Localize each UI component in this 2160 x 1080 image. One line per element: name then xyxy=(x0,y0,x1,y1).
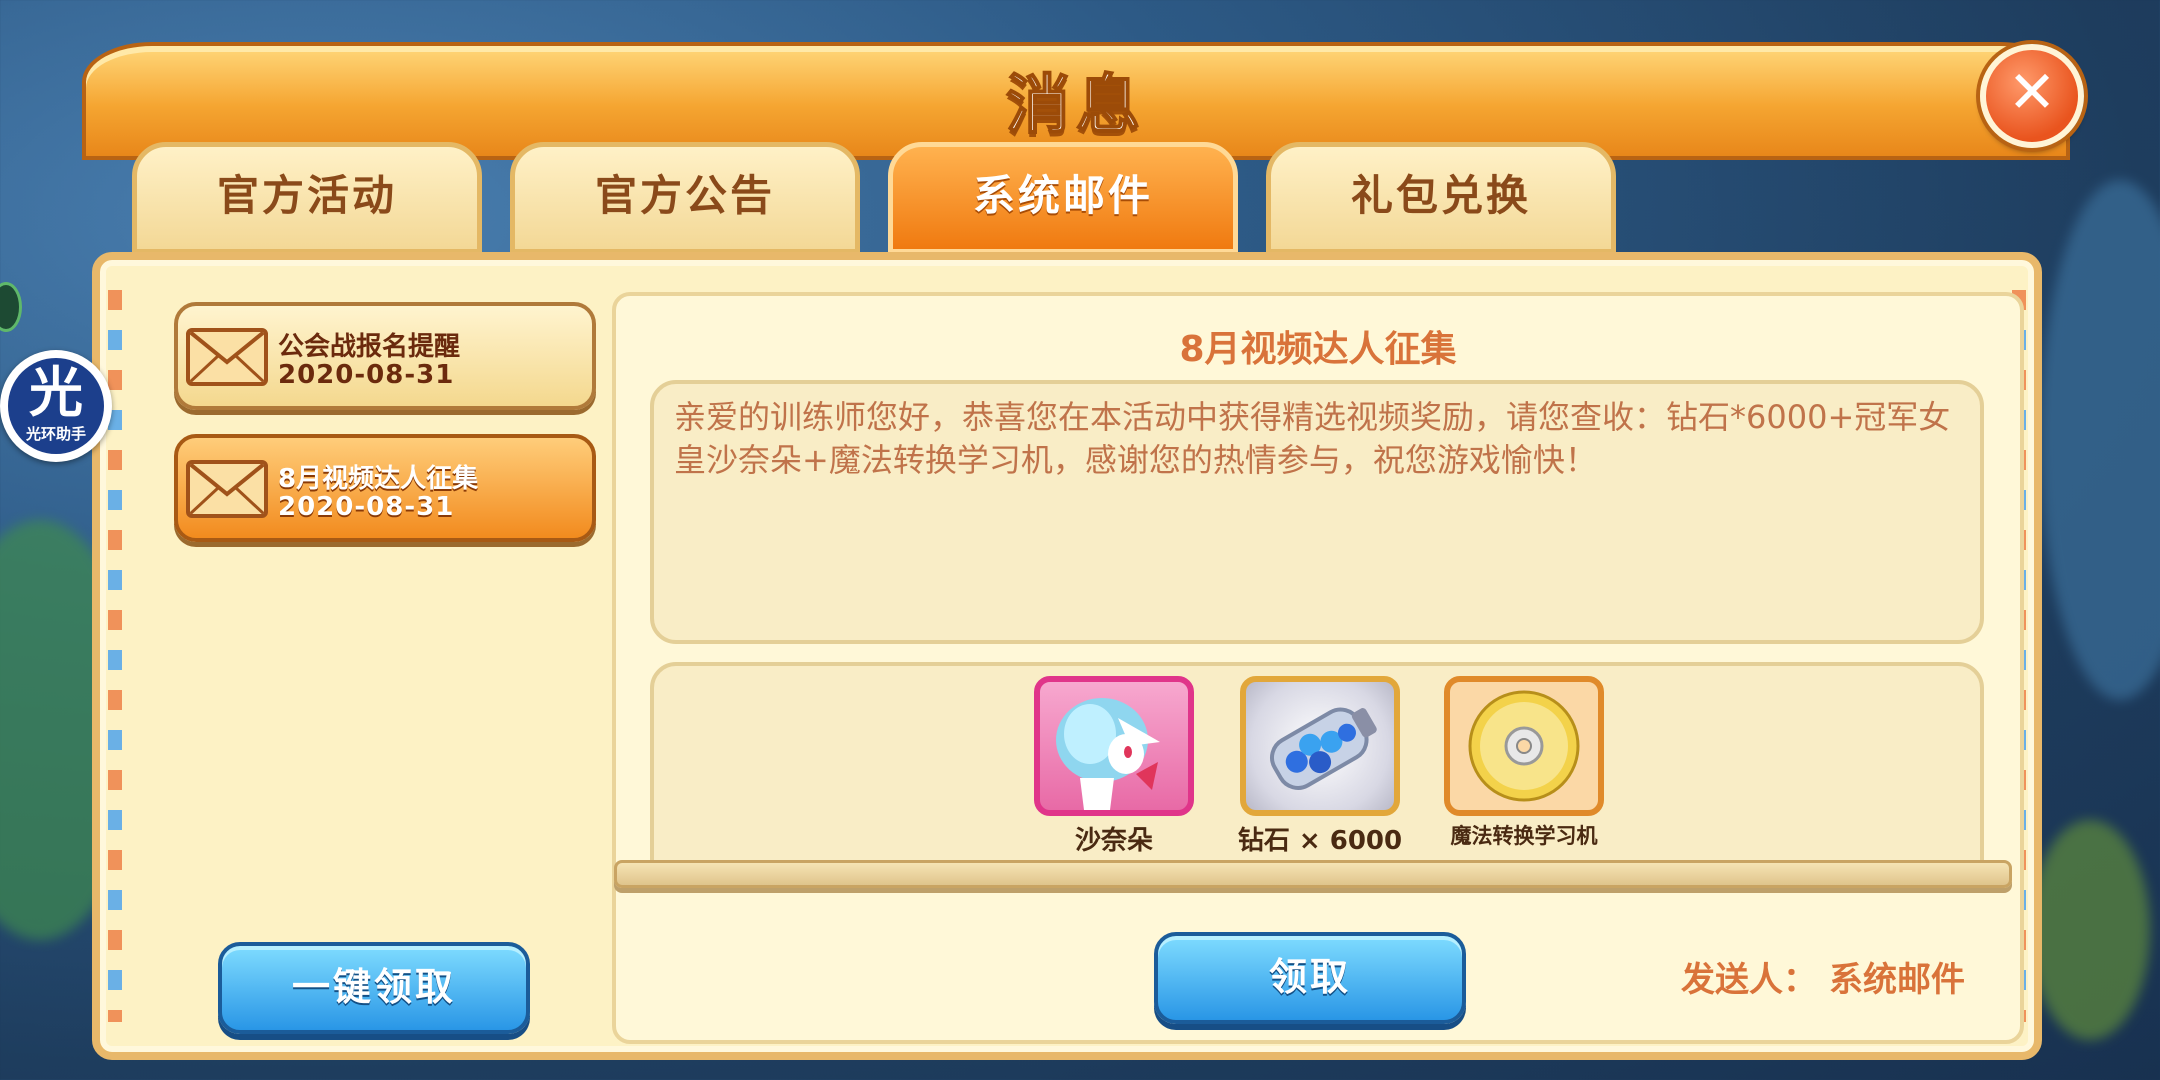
tab-official-events[interactable]: 官方活动 xyxy=(132,142,482,254)
sender-value: 系统邮件 xyxy=(1829,960,1965,1000)
message-dialog: 消息 ✕ 官方活动 官方公告 系统邮件 礼包兑换 公会战报名提醒 2020-08… xyxy=(82,24,2084,1064)
envelope-icon xyxy=(186,460,268,518)
sender-label: 发送人： xyxy=(1681,960,1817,1000)
mail-date: 2020-08-31 xyxy=(278,360,455,390)
mail-list-item-selected[interactable]: 8月视频达人征集 2020-08-31 xyxy=(174,434,596,542)
dialog-body: 公会战报名提醒 2020-08-31 8月视频达人征集 2020-08-31 一… xyxy=(92,252,2042,1060)
mail-subject: 公会战报名提醒 xyxy=(278,332,461,362)
diamond-bottle-icon xyxy=(1240,676,1400,816)
reward-item[interactable]: 钻石 × 6000 xyxy=(1236,676,1404,857)
tab-system-mail[interactable]: 系统邮件 xyxy=(888,142,1238,254)
reward-list: 沙奈朵 钻石 × 6000 魔法转换学习机 xyxy=(650,662,1984,870)
reward-item[interactable]: 沙奈朵 xyxy=(1030,676,1198,857)
claim-all-button[interactable]: 一键领取 xyxy=(218,942,530,1034)
reward-label: 魔法转换学习机 xyxy=(1450,824,1598,848)
mail-body-text: 亲爱的训练师您好，恭喜您在本活动中获得精选视频奖励，请您查收：钻石*6000+冠… xyxy=(650,380,1984,644)
gardevoir-portrait-icon xyxy=(1034,676,1194,816)
mail-detail-panel: 8月视频达人征集 亲爱的训练师您好，恭喜您在本活动中获得精选视频奖励，请您查收：… xyxy=(612,292,2024,1044)
tab-gift-redeem[interactable]: 礼包兑换 xyxy=(1266,142,1616,254)
tab-official-announcements[interactable]: 官方公告 xyxy=(510,142,860,254)
reward-shelf xyxy=(614,860,2012,888)
mail-date: 2020-08-31 xyxy=(278,492,455,522)
mail-subject: 8月视频达人征集 xyxy=(278,464,479,494)
helper-label: 光环助手 xyxy=(25,425,86,443)
close-icon[interactable]: ✕ xyxy=(1980,44,2084,148)
helper-floating-button[interactable]: 光 光环助手 xyxy=(0,350,112,462)
mail-list-item[interactable]: 公会战报名提醒 2020-08-31 xyxy=(174,302,596,410)
reward-label: 钻石 × 6000 xyxy=(1237,826,1403,856)
reward-item[interactable]: 魔法转换学习机 xyxy=(1440,676,1608,850)
envelope-icon xyxy=(186,328,268,386)
helper-logo: 光 xyxy=(29,361,83,424)
side-indicator[interactable] xyxy=(0,282,22,332)
disc-icon xyxy=(1444,676,1604,816)
claim-button[interactable]: 领取 xyxy=(1154,932,1466,1024)
mail-detail-title: 8月视频达人征集 xyxy=(1179,329,1457,370)
mail-list: 公会战报名提醒 2020-08-31 8月视频达人征集 2020-08-31 xyxy=(174,302,596,566)
dialog-title: 消息 xyxy=(1005,68,1146,144)
reward-label: 沙奈朵 xyxy=(1074,826,1153,856)
